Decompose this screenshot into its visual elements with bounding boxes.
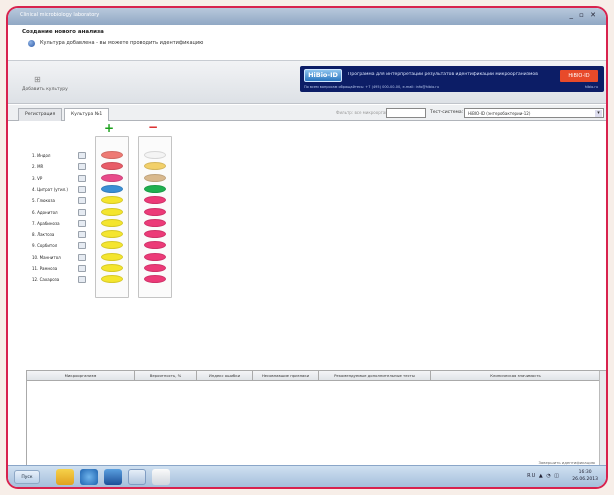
test-label: 7. Арабиноза — [32, 220, 60, 226]
clock-time: 16:30 — [578, 470, 592, 475]
browser-icon[interactable] — [80, 469, 98, 485]
banner-badge[interactable]: HiBIO-ID — [560, 70, 598, 82]
positive-reference-well — [101, 264, 123, 272]
results-table-header: Микроорганизм Вероятность, % Индекс ошиб… — [27, 371, 601, 381]
clock[interactable]: 16:30 26.06.2013 — [572, 469, 598, 483]
test-result-checkbox[interactable] — [78, 197, 86, 205]
hibio-app-icon[interactable] — [128, 469, 146, 485]
test-result-checkbox[interactable] — [78, 219, 86, 227]
window-title: Clinical microbiology laboratory — [20, 12, 100, 18]
column-header[interactable]: Клиническая значимость — [431, 371, 601, 381]
dialog-title: Создание нового анализа — [22, 29, 104, 35]
tabs-bar: Регистрация Культура №1 Фильтр: все микр… — [8, 105, 606, 121]
positive-reference-strip — [95, 136, 129, 298]
negative-reference-well — [144, 184, 166, 193]
test-label: 12. Сахароза — [32, 277, 60, 283]
positive-reference-well — [101, 218, 123, 227]
test-label: 9. Сорбитол — [32, 243, 58, 249]
negative-reference-well — [144, 252, 166, 261]
toolbar: ⊞ Добавить культуру HiBio-ID Программа д… — [8, 60, 606, 104]
taskbar: Пуск RU ▲ ◔ ◫ 16:30 26.06.2013 — [8, 465, 606, 487]
window-titlebar: Clinical microbiology laboratory _ ▫ ✕ — [8, 8, 606, 25]
tab-culture-1[interactable]: Культура №1 — [64, 108, 110, 121]
window-controls[interactable]: _ ▫ ✕ — [569, 11, 598, 19]
positive-reference-well — [101, 207, 123, 216]
test-label: 5. Глюкоза — [32, 198, 55, 204]
test-result-checkbox[interactable] — [78, 163, 86, 171]
tab-registration[interactable]: Регистрация — [18, 108, 63, 121]
column-header[interactable]: Рекомендуемые дополнительные тесты — [319, 371, 431, 381]
dialog-subtitle: Культура добавлена - вы можете проводить… — [40, 40, 204, 46]
test-label: 4. Цитрат (утил.) — [32, 186, 68, 192]
banner-contact: По всем вопросам обращайтесь: +7 (495) 0… — [304, 85, 439, 89]
banner-title: Программа для интерпретации результатов … — [348, 72, 538, 77]
tests-pane: + − 1. Индол 2. МR 3. VP 4. Цитрат (утил.) 5… — [8, 120, 606, 370]
test-result-checkbox[interactable] — [78, 174, 86, 182]
document-icon[interactable] — [152, 469, 170, 485]
app-frame: Clinical microbiology laboratory _ ▫ ✕ С… — [6, 6, 608, 489]
add-culture-button[interactable]: Добавить культуру — [22, 87, 68, 92]
column-header[interactable]: Вероятность, % — [135, 371, 197, 381]
test-label: 10. Маннитол — [32, 254, 61, 260]
info-icon — [28, 40, 35, 47]
positive-reference-well — [101, 184, 123, 193]
test-result-checkbox[interactable] — [78, 265, 86, 272]
test-result-checkbox[interactable] — [78, 253, 86, 261]
test-system-value: HiBIO-ID (энтеробактерии-12) — [468, 111, 531, 116]
test-result-checkbox[interactable] — [78, 152, 86, 159]
test-result-checkbox[interactable] — [78, 231, 86, 239]
test-label: 2. МR — [32, 164, 44, 170]
negative-reference-strip — [138, 136, 172, 298]
test-result-checkbox[interactable] — [78, 208, 86, 216]
hibio-logo: HiBio-ID — [304, 69, 342, 82]
test-result-checkbox[interactable] — [78, 242, 86, 250]
test-result-checkbox[interactable] — [78, 185, 86, 193]
positive-reference-well — [101, 151, 123, 159]
column-header[interactable]: Микроорганизм — [27, 371, 135, 381]
test-system-select[interactable]: HiBIO-ID (энтеробактерии-12) ▾ — [464, 108, 604, 118]
test-system-label: Тест-система: — [430, 110, 464, 115]
media-icon[interactable] — [104, 469, 122, 485]
negative-reference-well — [144, 218, 166, 227]
folder-icon[interactable] — [56, 469, 74, 485]
chevron-down-icon[interactable]: ▾ — [595, 110, 602, 117]
positive-reference-well — [101, 173, 123, 182]
test-result-checkbox[interactable] — [78, 276, 86, 284]
hibio-banner: HiBio-ID Программа для интерпретации рез… — [300, 66, 604, 92]
test-label: 3. VP — [32, 175, 43, 181]
positive-reference-well — [101, 252, 123, 261]
start-button[interactable]: Пуск — [14, 470, 40, 484]
test-label: 1. Индол — [32, 153, 51, 158]
negative-reference-well — [144, 264, 166, 272]
column-header[interactable]: Несовпавшие признаки — [253, 371, 319, 381]
add-culture-icon[interactable]: ⊞ — [34, 75, 44, 84]
banner-link[interactable]: hibio.ru — [585, 85, 598, 89]
filter-input[interactable] — [386, 108, 426, 118]
results-scrollbar[interactable] — [599, 371, 606, 468]
results-table: Микроорганизм Вероятность, % Индекс ошиб… — [26, 370, 606, 469]
negative-sign: − — [148, 120, 159, 134]
column-header[interactable]: Индекс ошибки — [197, 371, 253, 381]
system-tray[interactable]: RU ▲ ◔ ◫ — [527, 473, 560, 479]
negative-reference-well — [144, 207, 166, 216]
dialog-header: Создание нового анализа Культура добавле… — [8, 25, 606, 57]
negative-reference-well — [144, 151, 166, 159]
test-label: 11. Рамноза — [32, 266, 58, 271]
clock-date: 26.06.2013 — [572, 477, 598, 482]
negative-reference-well — [144, 173, 166, 182]
positive-sign: + — [104, 121, 115, 135]
test-label: 8. Лактоза — [32, 232, 55, 238]
test-label: 6. Адонитол — [32, 209, 58, 215]
